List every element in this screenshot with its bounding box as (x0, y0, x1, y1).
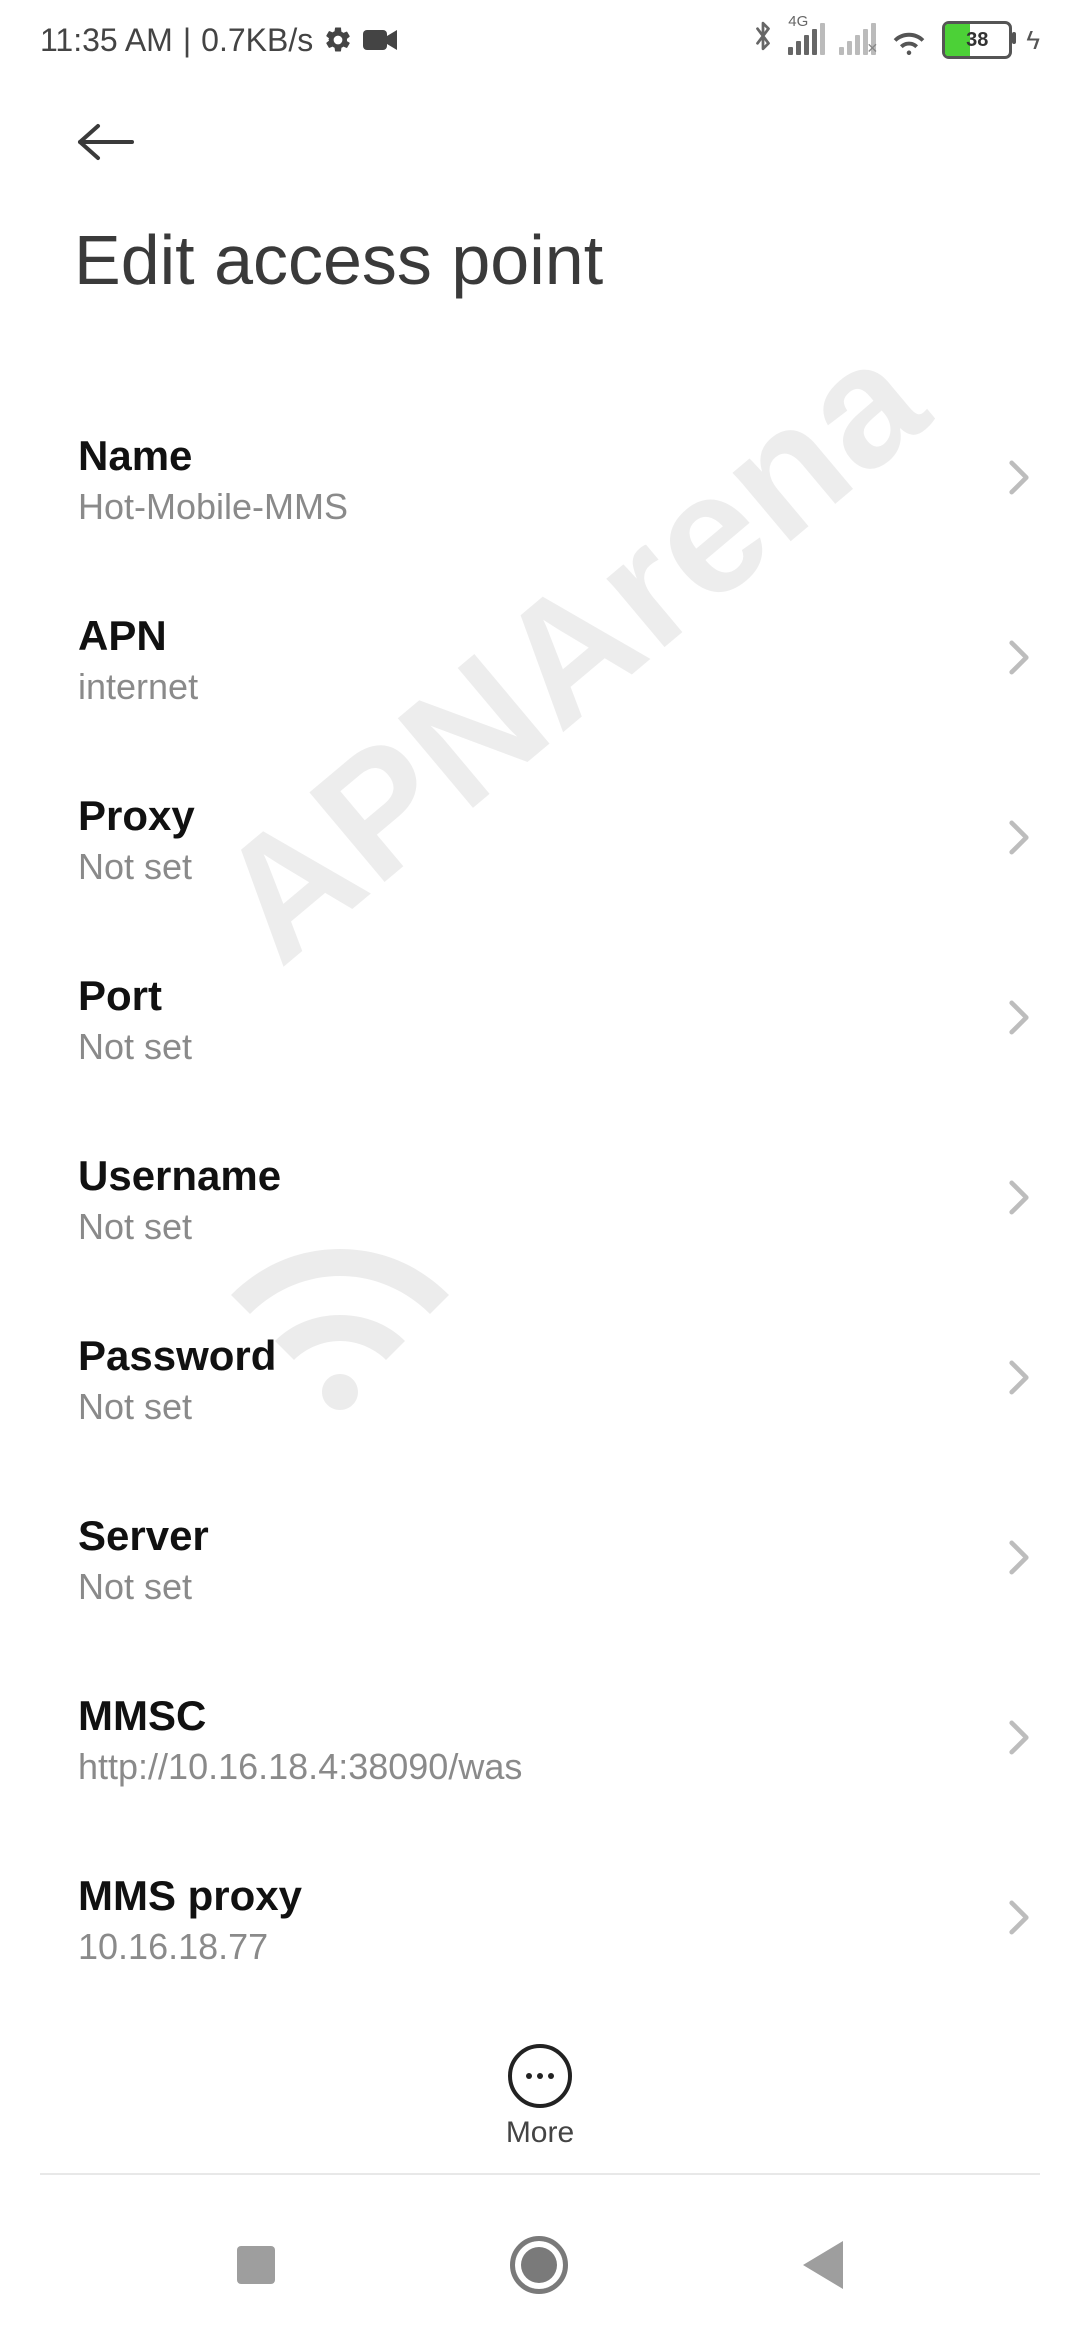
settings-icon (323, 25, 353, 55)
setting-row-mms-proxy[interactable]: MMS proxy 10.16.18.77 (78, 1830, 1030, 1980)
nav-home-button[interactable] (510, 2236, 568, 2294)
chevron-right-icon (1008, 1719, 1030, 1762)
setting-value: Not set (78, 1386, 960, 1428)
setting-title: Username (78, 1152, 960, 1200)
chevron-right-icon (1008, 1539, 1030, 1582)
wifi-icon (890, 25, 928, 55)
setting-title: Server (78, 1512, 960, 1560)
setting-title: APN (78, 612, 960, 660)
signal-sim1: 4G (788, 25, 825, 55)
setting-row-server[interactable]: Server Not set (78, 1470, 1030, 1650)
setting-row-password[interactable]: Password Not set (78, 1290, 1030, 1470)
chevron-right-icon (1008, 1899, 1030, 1942)
setting-value: Not set (78, 846, 960, 888)
setting-title: Password (78, 1332, 960, 1380)
camera-icon (363, 28, 397, 52)
setting-value: internet (78, 666, 960, 708)
setting-title: Name (78, 432, 960, 480)
setting-value: Hot-Mobile-MMS (78, 486, 960, 528)
setting-row-port[interactable]: Port Not set (78, 930, 1030, 1110)
setting-value: 10.16.18.77 (78, 1926, 960, 1968)
setting-value: http://10.16.18.4:38090/was (78, 1746, 960, 1788)
signal-network-label: 4G (788, 13, 808, 30)
chevron-right-icon (1008, 819, 1030, 862)
more-icon (508, 2044, 572, 2108)
back-arrow-icon (74, 120, 138, 164)
bluetooth-icon (752, 19, 774, 61)
nav-back-button[interactable] (803, 2241, 843, 2289)
signal-sim2: ✕ (839, 25, 876, 55)
setting-title: Port (78, 972, 960, 1020)
chevron-right-icon (1008, 1179, 1030, 1222)
android-nav-bar (0, 2190, 1080, 2340)
status-bar-right: 4G ✕ 38 ϟ (752, 19, 1040, 61)
back-button[interactable] (74, 120, 138, 164)
chevron-right-icon (1008, 639, 1030, 682)
more-button[interactable]: More (0, 2044, 1080, 2150)
setting-row-apn[interactable]: APN internet (78, 570, 1030, 750)
charging-icon: ϟ (1026, 25, 1040, 56)
nav-recent-button[interactable] (237, 2246, 275, 2284)
settings-list: Name Hot-Mobile-MMS APN internet Proxy N… (78, 390, 1030, 1980)
chevron-right-icon (1008, 1359, 1030, 1402)
setting-row-proxy[interactable]: Proxy Not set (78, 750, 1030, 930)
battery-icon: 38 (942, 21, 1012, 59)
bottom-separator (40, 2173, 1040, 2175)
chevron-right-icon (1008, 459, 1030, 502)
status-data-rate: 0.7KB/s (201, 22, 313, 59)
more-label: More (506, 2116, 574, 2150)
setting-row-mmsc[interactable]: MMSC http://10.16.18.4:38090/was (78, 1650, 1030, 1830)
setting-value: Not set (78, 1026, 960, 1068)
setting-title: MMSC (78, 1692, 960, 1740)
setting-value: Not set (78, 1566, 960, 1608)
status-time: 11:35 AM (40, 22, 173, 59)
setting-row-name[interactable]: Name Hot-Mobile-MMS (78, 390, 1030, 570)
setting-title: Proxy (78, 792, 960, 840)
chevron-right-icon (1008, 999, 1030, 1042)
status-separator: | (183, 22, 191, 59)
no-sim-icon: ✕ (867, 40, 879, 57)
status-bar-left: 11:35 AM | 0.7KB/s (40, 22, 397, 59)
setting-title: MMS proxy (78, 1872, 960, 1920)
page-title: Edit access point (74, 220, 603, 300)
status-bar: 11:35 AM | 0.7KB/s 4G ✕ (0, 0, 1080, 80)
setting-row-username[interactable]: Username Not set (78, 1110, 1030, 1290)
battery-percent: 38 (945, 29, 1009, 52)
setting-value: Not set (78, 1206, 960, 1248)
